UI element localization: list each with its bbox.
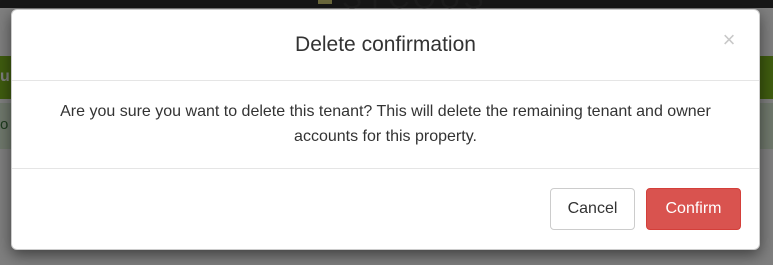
confirm-button[interactable]: Confirm [646,188,741,230]
modal-title: Delete confirmation [295,33,476,56]
modal-body: Are you sure you want to delete this ten… [12,81,759,169]
cancel-button[interactable]: Cancel [550,188,635,230]
delete-confirmation-dialog: Delete confirmation × Are you sure you w… [11,9,760,250]
modal-footer: Cancel Confirm [12,169,759,249]
close-icon[interactable]: × [719,28,739,52]
confirmation-message: Are you sure you want to delete this ten… [60,103,711,145]
modal-header: Delete confirmation × [12,10,759,81]
